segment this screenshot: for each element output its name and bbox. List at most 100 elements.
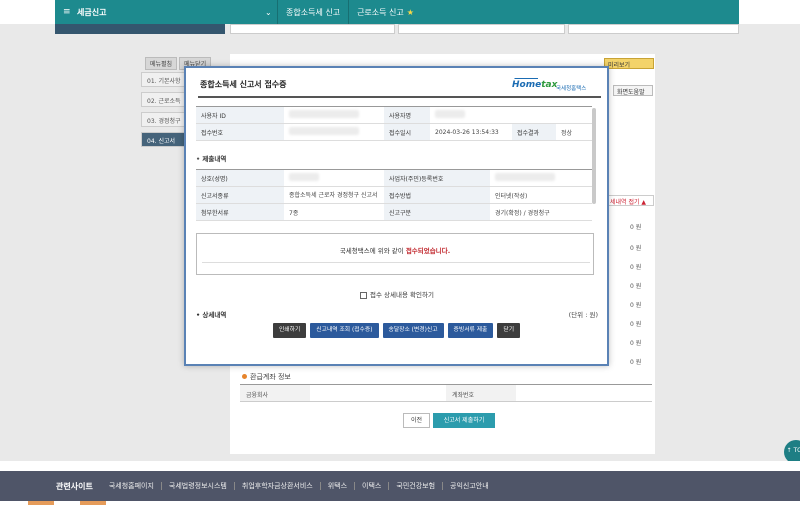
receipt-modal: 종합소득세 신고서 접수증 Hometax 국세청홈택스 사용자 ID 사용자명… <box>184 66 609 366</box>
side-menu-item-basic[interactable]: 01. 기본사항 <box>141 72 187 87</box>
receipt-info-table: 사용자 ID 사용자명 접수번호 접수일시 2024-03-26 13:54:3… <box>196 106 593 141</box>
amount-value: 0 원 <box>630 359 642 366</box>
footer-divider <box>442 482 444 490</box>
detail-checkbox[interactable] <box>360 291 368 299</box>
help-button[interactable]: 화면도움말 <box>613 85 653 96</box>
background-box <box>568 24 739 34</box>
preview-button[interactable]: 미리보기 <box>604 58 654 69</box>
side-menu-item-correction[interactable]: 03. 경정청구 <box>141 112 187 127</box>
background-box <box>398 24 565 34</box>
refund-section-label: 환급계좌 정보 <box>250 373 291 381</box>
receipt-result-value: 정상 <box>556 123 593 141</box>
registration-number-value <box>490 169 592 187</box>
bank-label: 금융회사 <box>240 385 310 401</box>
print-button[interactable]: 인쇄하기 <box>272 323 307 338</box>
message-divider <box>202 262 590 263</box>
footer-divider <box>160 482 162 490</box>
amount-value: 0 원 <box>630 264 642 271</box>
detail-checkbox-label[interactable]: 접수 상세내용 확인하기 <box>370 291 434 299</box>
user-id-value <box>284 106 384 124</box>
side-menu-item-earned-income[interactable]: 02. 근로소득 <box>141 92 187 107</box>
side-menu-item-report[interactable]: 04. 신고서 <box>141 132 187 147</box>
receipt-number-label: 접수번호 <box>196 123 284 141</box>
detail-toggle-button[interactable]: 세내역 접기 ▲ <box>606 195 654 206</box>
account-label: 계좌번호 <box>446 385 516 401</box>
amount-value: 0 원 <box>630 245 642 252</box>
amount-value: 0 원 <box>630 302 642 309</box>
footer-link-nts[interactable]: 국세청홈페이지 <box>109 481 154 491</box>
receipt-result-label: 접수결과 <box>512 123 556 141</box>
menu-title[interactable]: 세금신고 <box>77 7 265 18</box>
account-value <box>516 385 652 401</box>
footer-link-etax[interactable]: 이택스 <box>362 481 381 491</box>
redacted-value <box>289 127 359 135</box>
user-name-value <box>430 106 593 124</box>
refund-account-section-title: 환급계좌 정보 <box>242 372 291 382</box>
report-type-value: 종합소득세 근로자 경정청구 신고서 <box>284 186 384 204</box>
redacted-value <box>435 110 465 118</box>
expand-menu-tab[interactable]: 메뉴펼침 <box>145 57 178 70</box>
detail-section-header: 상세내역 (단위 : 원) <box>196 309 598 318</box>
user-name-label: 사용자명 <box>384 106 430 124</box>
company-name-label: 상호(성명) <box>196 169 284 187</box>
footer-bottom-strip <box>0 501 800 505</box>
footer-divider <box>388 482 390 490</box>
footer-divider <box>319 482 321 490</box>
close-button[interactable]: 닫기 <box>497 323 521 338</box>
view-report-history-button[interactable]: 신고내역 조회 (접수증) <box>310 323 379 338</box>
modal-button-row: 인쇄하기 신고내역 조회 (접수증) 송달장소 (변경)신고 증빙서류 제출 닫… <box>186 323 607 338</box>
favorite-star-icon[interactable]: ★ <box>407 8 414 17</box>
redacted-value <box>495 173 555 181</box>
refund-account-table: 금융회사 계좌번호 <box>240 384 652 402</box>
receipt-date-label: 접수일시 <box>384 123 430 141</box>
attachments-value: 7종 <box>284 203 384 221</box>
breadcrumb-item-earned-income[interactable]: 근로소득 신고 ★ <box>349 7 422 18</box>
footer-link-whistleblow[interactable]: 공익신고안내 <box>450 481 489 491</box>
table-row: 상호(성명) 사업자(주민)등록번호 <box>196 169 592 187</box>
top-navigation-inner: ≡ 세금신고 ⌄ 종합소득세 신고 근로소득 신고 ★ <box>55 0 739 24</box>
footer-link-wetax[interactable]: 위택스 <box>328 481 347 491</box>
submit-info-table: 상호(성명) 사업자(주민)등록번호 신고서종류 종합소득세 근로자 경정청구 … <box>196 169 592 221</box>
table-row: 신고서종류 종합소득세 근로자 경정청구 신고서 접수방법 인터넷(작성) <box>196 186 592 204</box>
report-type-label: 신고서종류 <box>196 186 284 204</box>
receipt-method-label: 접수방법 <box>384 186 490 204</box>
footer-divider <box>354 482 356 490</box>
modal-title: 종합소득세 신고서 접수증 <box>200 80 287 89</box>
message-highlight: 접수되었습니다. <box>405 247 451 255</box>
table-row: 사용자 ID 사용자명 <box>196 106 593 124</box>
submit-report-button[interactable]: 신고서 제출하기 <box>433 413 495 428</box>
report-category-label: 신고구분 <box>384 203 490 221</box>
hamburger-menu-icon[interactable]: ≡ <box>63 7 75 17</box>
footer-related-sites: 관련사이트 국세청홈페이지 국세법령정보시스템 취업후학자금상환서비스 위택스 … <box>0 471 800 501</box>
modal-scrollbar[interactable] <box>592 108 596 204</box>
footer-link-law[interactable]: 국세법령정보시스템 <box>169 481 227 491</box>
confirmation-message: 국세청택스에 위와 같이 접수되었습니다. <box>197 245 593 255</box>
submit-documents-button[interactable]: 증빙서류 제출 <box>447 323 494 338</box>
footer-link-nhis[interactable]: 국민건강보험 <box>396 481 435 491</box>
redacted-value <box>289 173 319 181</box>
footer-tab[interactable] <box>80 501 106 505</box>
modal-scroll-area[interactable]: 사용자 ID 사용자명 접수번호 접수일시 2024-03-26 13:54:3… <box>196 106 598 318</box>
footer-spacer <box>0 461 800 471</box>
logo-subtext: 국세청홈택스 <box>556 86 587 92</box>
company-name-value <box>284 169 384 187</box>
prev-button[interactable]: 이전 <box>403 413 430 428</box>
amount-value: 0 원 <box>630 283 642 290</box>
top-navigation-bar: ≡ 세금신고 ⌄ 종합소득세 신고 근로소득 신고 ★ <box>0 0 800 24</box>
delivery-address-button[interactable]: 송달장소 (변경)신고 <box>382 323 444 338</box>
footer-link-loan[interactable]: 취업후학자금상환서비스 <box>242 481 313 491</box>
footer-tab[interactable] <box>28 501 54 505</box>
breadcrumb-item-income-tax[interactable]: 종합소득세 신고 <box>278 7 348 18</box>
breadcrumb-label: 근로소득 신고 <box>357 7 404 17</box>
receipt-date-value: 2024-03-26 13:54:33 <box>430 123 512 141</box>
amount-value: 0 원 <box>630 340 642 347</box>
detail-checkbox-row: 접수 상세내용 확인하기 <box>196 289 598 299</box>
chevron-down-icon[interactable]: ⌄ <box>265 8 277 17</box>
table-row: 접수번호 접수일시 2024-03-26 13:54:33 접수결과 정상 <box>196 123 593 141</box>
background-box <box>230 24 395 34</box>
confirmation-message-box: 국세청택스에 위와 같이 접수되었습니다. <box>196 233 594 275</box>
logo-text: Hometax <box>512 80 558 90</box>
footer-title: 관련사이트 <box>56 481 93 491</box>
unit-label: (단위 : 원) <box>568 311 598 318</box>
table-row: 첨부한서류 7종 신고구분 경기(확정) / 경정청구 <box>196 203 592 221</box>
